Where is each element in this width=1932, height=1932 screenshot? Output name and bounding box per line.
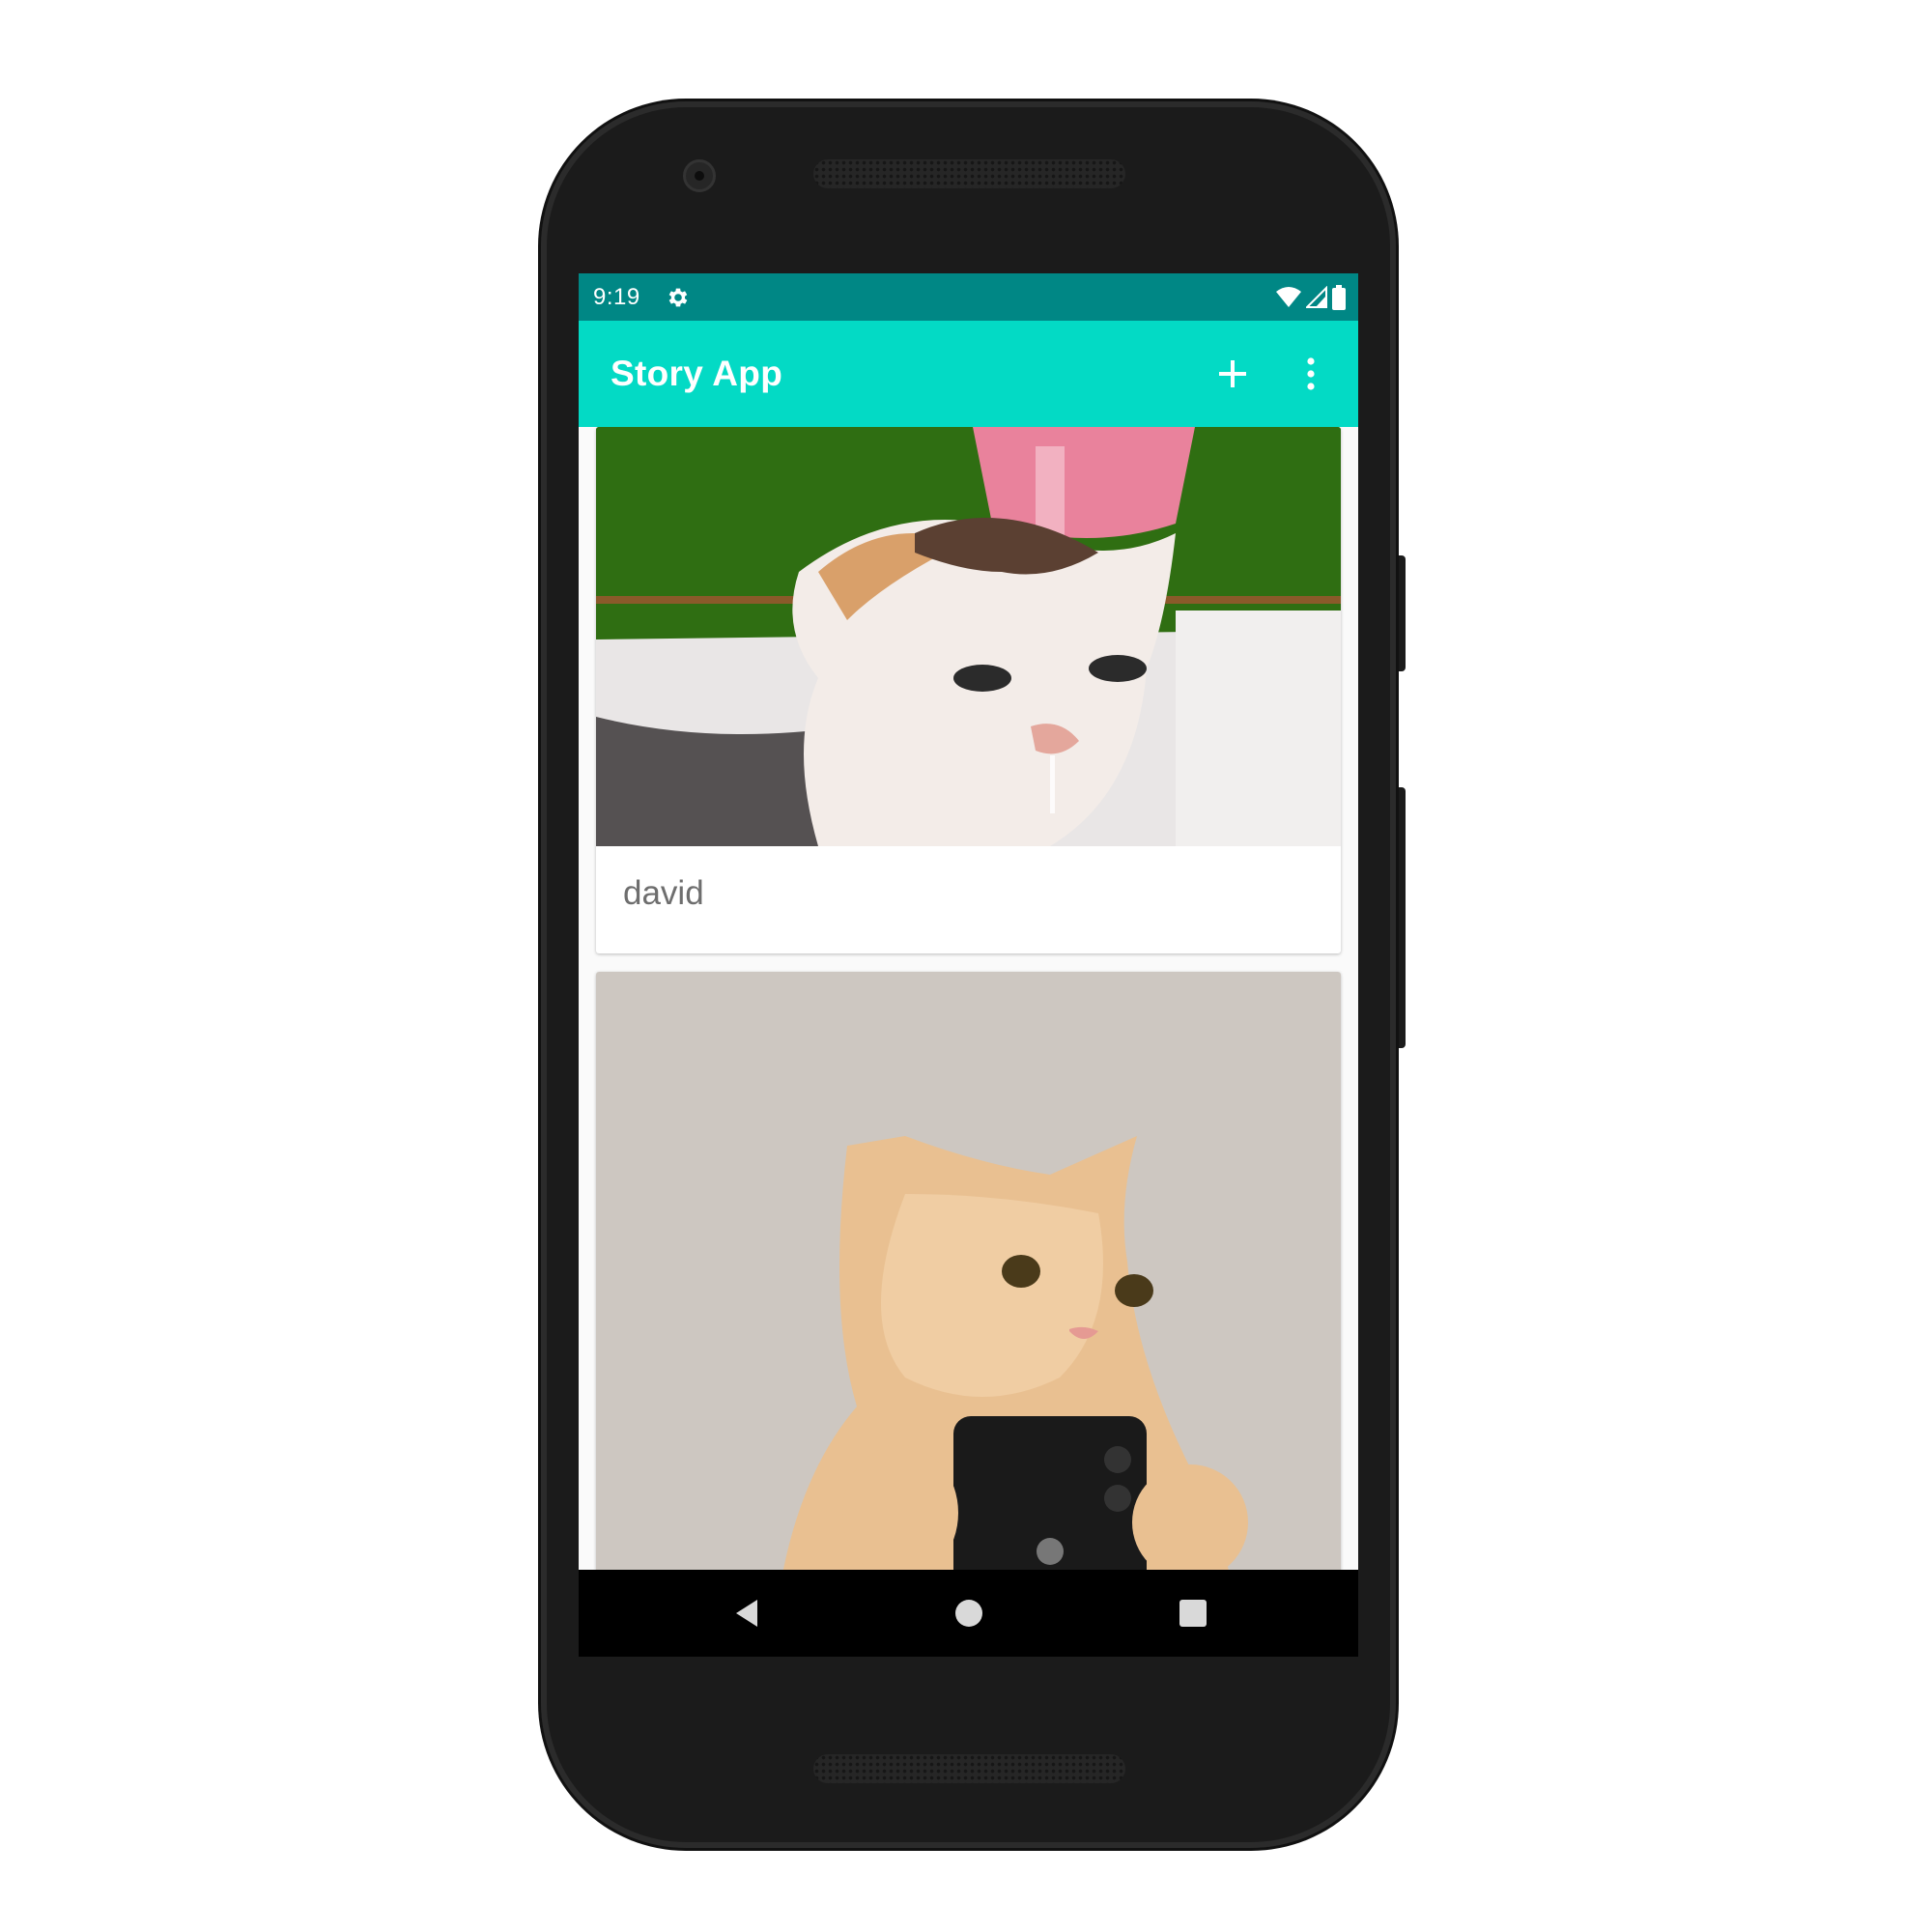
signal-icon xyxy=(1306,286,1327,308)
story-photo xyxy=(596,972,1341,1570)
home-icon[interactable] xyxy=(950,1594,988,1633)
add-icon xyxy=(1219,360,1246,387)
add-story-button[interactable] xyxy=(1207,348,1259,400)
story-card[interactable] xyxy=(596,972,1341,1570)
top-speaker-grille xyxy=(813,159,1125,188)
wifi-icon xyxy=(1276,287,1301,307)
story-card[interactable]: david xyxy=(596,427,1341,953)
overflow-menu-button[interactable] xyxy=(1292,348,1330,400)
more-vert-icon xyxy=(1307,357,1315,390)
phone-screen: 9:19 Story App david xyxy=(579,273,1358,1657)
navigation-bar xyxy=(579,1570,1358,1657)
status-bar: 9:19 xyxy=(579,273,1358,321)
bottom-speaker-grille xyxy=(813,1754,1125,1783)
app-bar: Story App xyxy=(579,321,1358,427)
recents-icon[interactable] xyxy=(1174,1594,1212,1633)
status-time: 9:19 xyxy=(593,284,640,310)
device-mockup: 9:19 Story App david xyxy=(0,0,1932,1932)
app-title: Story App xyxy=(611,354,783,393)
settings-icon xyxy=(668,288,688,307)
battery-icon xyxy=(1332,285,1346,310)
back-icon[interactable] xyxy=(728,1594,767,1633)
front-camera xyxy=(683,159,716,192)
story-list[interactable]: david xyxy=(579,427,1358,1570)
story-author-name: david xyxy=(623,874,704,912)
story-photo xyxy=(596,427,1341,846)
